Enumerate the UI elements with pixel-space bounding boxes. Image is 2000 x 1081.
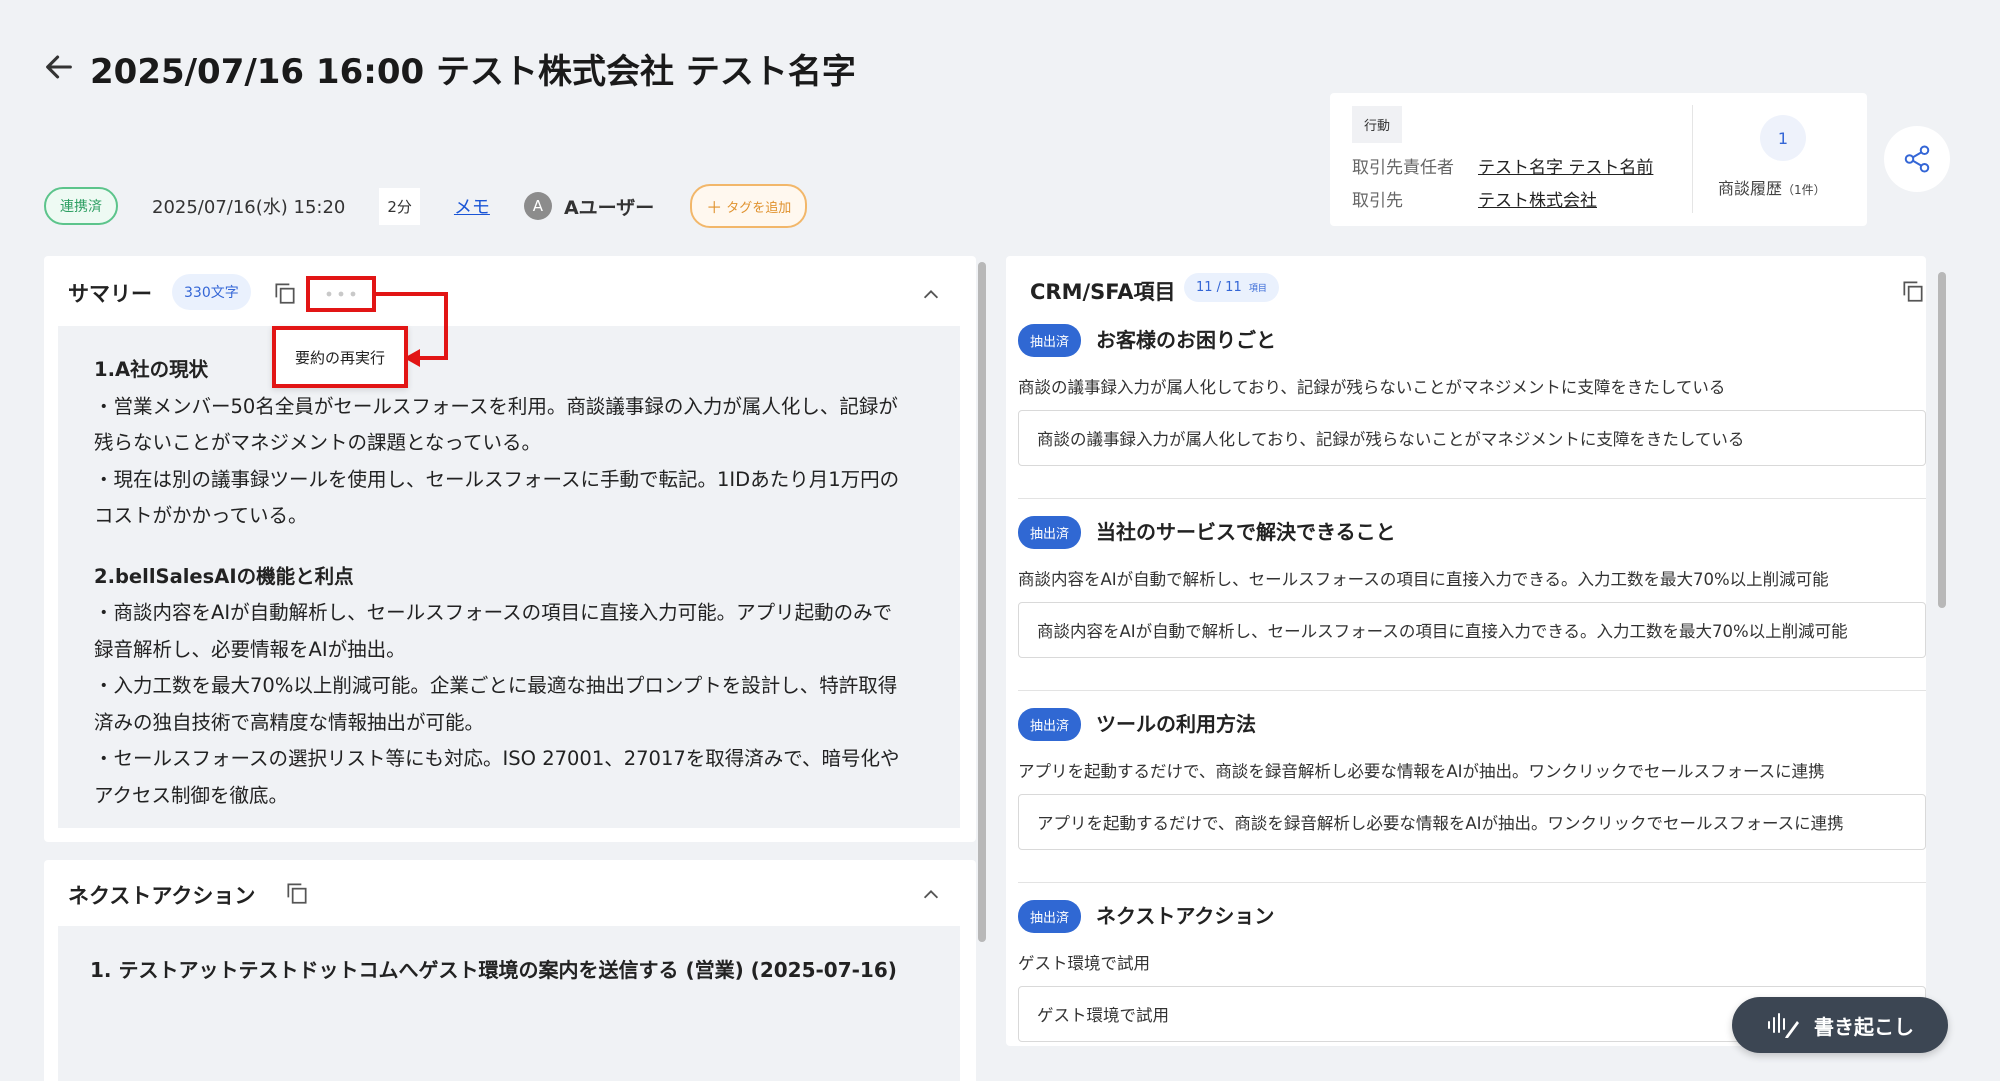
waveform-icon xyxy=(1768,1013,1799,1038)
user-name: Aユーザー xyxy=(563,196,655,219)
account-link[interactable]: テスト株式会社 xyxy=(1478,186,1597,211)
related-info-card: 行動 取引先責任者 テスト名字 テスト名前 取引先 テスト株式会社 1 商談履歴… xyxy=(1330,93,1867,226)
collapse-chevron-icon[interactable] xyxy=(920,884,942,906)
account-row: 取引先 テスト株式会社 xyxy=(1352,186,1597,211)
crm-field-heading: ネクストアクション xyxy=(1096,904,1275,928)
transcribe-button[interactable]: 書き起こし xyxy=(1732,997,1948,1053)
next-action-panel: ネクストアクション 1. テストアットテストドットコムへゲスト環境の案内を送信す… xyxy=(44,860,976,1081)
summary-heading: 2.bellSalesAIの機能と利点 xyxy=(94,564,354,588)
account-label: 取引先 xyxy=(1352,191,1403,211)
crm-title: CRM/SFA項目 xyxy=(1030,280,1176,304)
crm-count-badge: 11 / 11 項目 xyxy=(1184,273,1279,302)
summary-line: ・セールスフォースの選択リスト等にも対応。ISO 27001、27017を取得済… xyxy=(94,747,900,770)
meeting-datetime: 2025/07/16(水) 15:20 xyxy=(152,197,346,218)
summary-title: サマリー xyxy=(68,282,152,306)
collapse-chevron-icon[interactable] xyxy=(920,284,942,306)
summary-line: ・営業メンバー50名全員がセールスフォースを利用。商談議事録の入力が属人化し、記… xyxy=(94,394,898,418)
memo-link[interactable]: メモ xyxy=(454,193,490,219)
extracted-badge: 抽出済 xyxy=(1018,324,1082,357)
crm-count-unit: 項目 xyxy=(1248,284,1267,294)
extracted-badge: 抽出済 xyxy=(1018,708,1082,741)
crm-field-description: ゲスト環境で試用 xyxy=(1018,954,1150,973)
crm-field-description: アプリを起動するだけで、商談を録音解析し必要な情報をAIが抽出。ワンクリックでセ… xyxy=(1018,762,1825,781)
summary-text: 1.A社の現状 ・営業メンバー50名全員がセールスフォースを利用。商談議事録の入… xyxy=(94,352,934,814)
meta-row: 連携済 2025/07/16(水) 15:20 2分 メモ A Aユーザー ＋ … xyxy=(44,184,808,228)
add-tag-button[interactable]: ＋ タグを追加 xyxy=(690,184,808,228)
back-arrow-icon[interactable] xyxy=(42,50,76,84)
plus-icon: ＋ xyxy=(706,198,723,217)
crm-field-heading: 当社のサービスで解決できること xyxy=(1096,520,1396,544)
transcribe-label: 書き起こし xyxy=(1814,1014,1914,1039)
copy-icon[interactable] xyxy=(284,880,310,906)
crm-count: 11 / 11 xyxy=(1196,280,1242,295)
summary-line: ・入力工数を最大70%以上削減可能。企業ごとに最適な抽出プロンプトを設計し、特許… xyxy=(94,674,898,697)
crm-field-input[interactable]: 商談の議事録入力が属人化しており、記録が残らないことがマネジメントに支障をきたし… xyxy=(1018,410,1926,466)
history-count[interactable]: 1 xyxy=(1760,115,1806,161)
contact-link[interactable]: テスト名字 テスト名前 xyxy=(1478,153,1653,178)
summary-line: 残らないことがマネジメントの課題となっている。 xyxy=(94,431,541,454)
divider xyxy=(1018,882,1926,883)
right-scrollbar[interactable] xyxy=(1938,272,1946,608)
duration-label: 2分 xyxy=(379,187,420,225)
summary-line: コストがかかっている。 xyxy=(94,504,308,527)
extracted-badge: 抽出済 xyxy=(1018,900,1082,933)
next-action-item: 1. テストアットテストドットコムへゲスト環境の案内を送信する (営業) (20… xyxy=(90,958,897,982)
summary-line: ・現在は別の議事録ツールを使用し、セールスフォースに手動で転記。1IDあたり月1… xyxy=(94,467,900,491)
history-label-sub: （1件） xyxy=(1782,183,1826,197)
crm-field-heading: お客様のお困りごと xyxy=(1096,328,1276,352)
avatar: A xyxy=(523,192,552,220)
add-tag-label: タグを追加 xyxy=(726,200,792,216)
left-scrollbar[interactable] xyxy=(978,262,986,942)
action-tag: 行動 xyxy=(1352,106,1403,143)
divider xyxy=(1018,498,1926,499)
page-title: 2025/07/16 16:00 テスト株式会社 テスト名字 xyxy=(90,52,856,92)
char-count-badge: 330文字 xyxy=(172,274,251,310)
summary-line: アクセス制御を徹底。 xyxy=(94,783,289,807)
crm-field-input[interactable]: アプリを起動するだけで、商談を録音解析し必要な情報をAIが抽出。ワンクリックでセ… xyxy=(1018,794,1926,850)
share-button[interactable] xyxy=(1884,126,1950,192)
next-action-body: 1. テストアットテストドットコムへゲスト環境の案内を送信する (営業) (20… xyxy=(58,926,960,1081)
extracted-badge: 抽出済 xyxy=(1018,516,1082,549)
crm-field-description: 商談内容をAIが自動で解析し、セールスフォースの項目に直接入力できる。入力工数を… xyxy=(1018,570,1829,589)
status-badge: 連携済 xyxy=(44,187,118,225)
contact-row: 取引先責任者 テスト名字 テスト名前 xyxy=(1352,153,1653,178)
crm-field-heading: ツールの利用方法 xyxy=(1096,712,1256,736)
history-label-text: 商談履歴 xyxy=(1718,179,1783,198)
summary-line: 済みの独自技術で高精度な情報抽出が可能。 xyxy=(94,710,485,734)
summary-body: 1.A社の現状 ・営業メンバー50名全員がセールスフォースを利用。商談議事録の入… xyxy=(58,326,960,828)
next-action-title: ネクストアクション xyxy=(68,884,256,908)
summary-panel: サマリー 330文字 1.A社の現状 ・営業メンバー50名全員がセールスフォース… xyxy=(44,256,976,842)
summary-heading: 1.A社の現状 xyxy=(94,358,209,381)
history-label[interactable]: 商談履歴（1件） xyxy=(1718,175,1826,199)
share-icon xyxy=(1904,145,1930,173)
divider xyxy=(1692,105,1693,213)
annotation-highlight-box xyxy=(306,276,376,312)
summary-line: ・商談内容をAIが自動解析し、セールスフォースの項目に直接入力可能。アプリ起動の… xyxy=(94,601,893,624)
crm-field-input[interactable]: 商談内容をAIが自動で解析し、セールスフォースの項目に直接入力できる。入力工数を… xyxy=(1018,602,1926,658)
summary-line: 録音解析し、必要情報をAIが抽出。 xyxy=(94,637,406,661)
divider xyxy=(1018,690,1926,691)
contact-label: 取引先責任者 xyxy=(1352,158,1454,178)
crm-field-description: 商談の議事録入力が属人化しており、記録が残らないことがマネジメントに支障をきたし… xyxy=(1018,378,1726,397)
copy-icon[interactable] xyxy=(1900,278,1926,304)
crm-panel: CRM/SFA項目 11 / 11 項目 抽出済 お客様のお困りごと 商談の議事… xyxy=(1006,256,1926,1046)
copy-icon[interactable] xyxy=(272,280,298,306)
rerun-summary-menu-item[interactable]: 要約の再実行 xyxy=(272,326,408,388)
